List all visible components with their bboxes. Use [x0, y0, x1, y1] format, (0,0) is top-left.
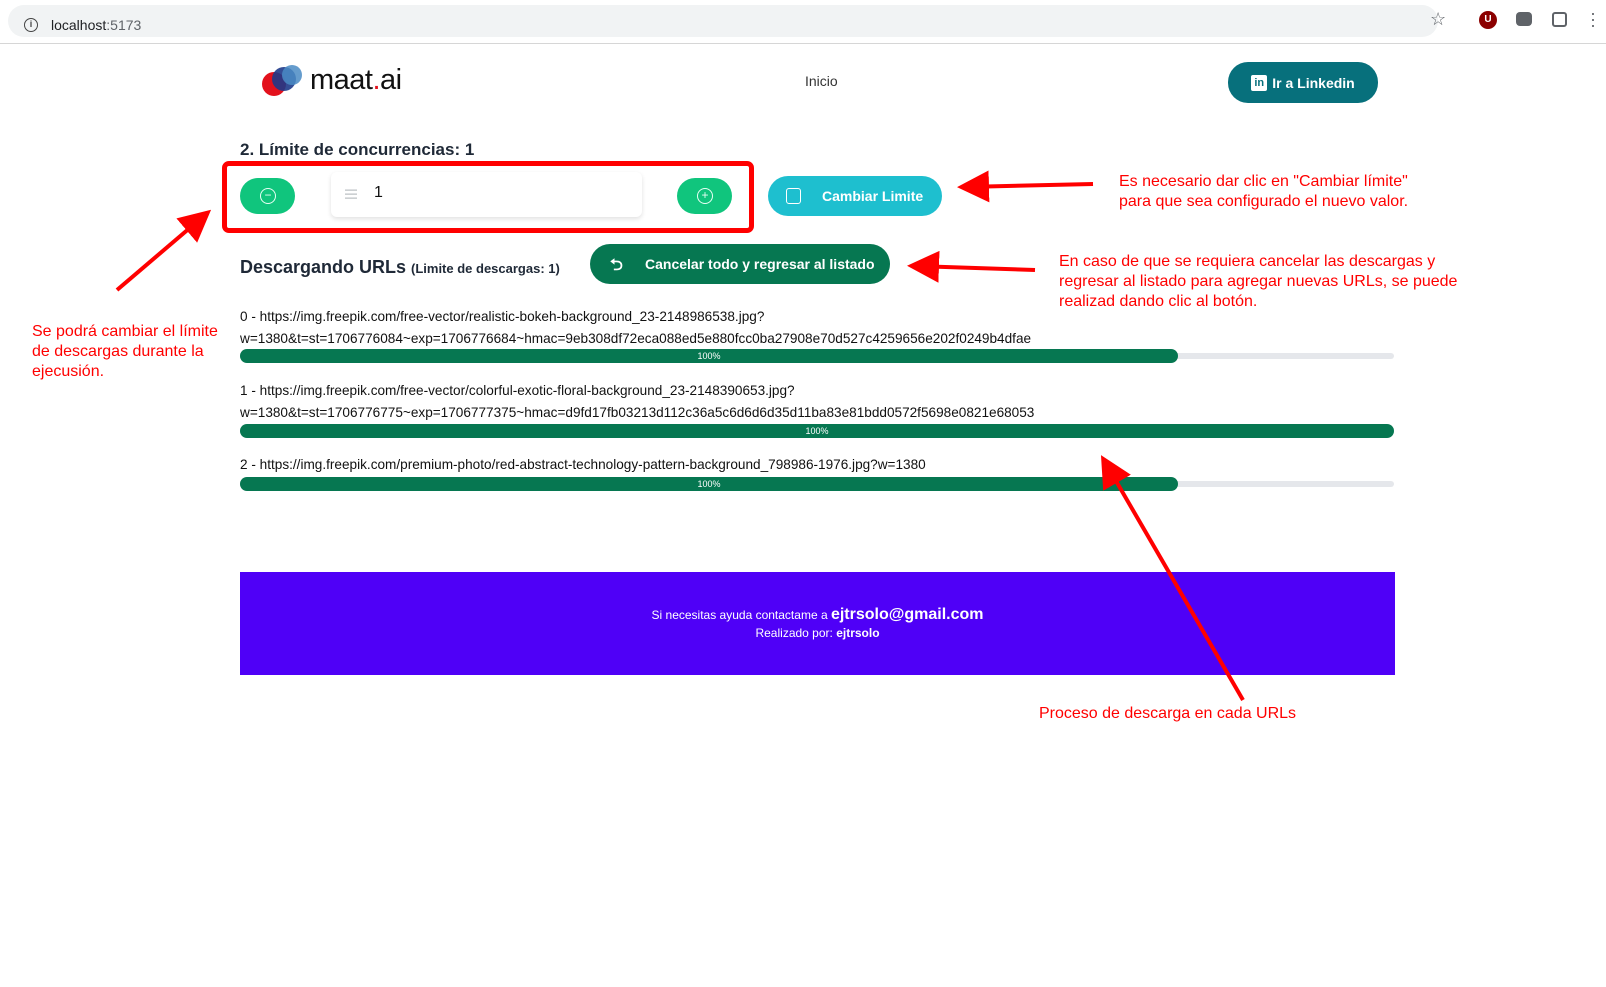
cancel-all-button[interactable]: ⮌ Cancelar todo y regresar al listado: [590, 244, 890, 284]
logo-circle-light: [282, 65, 302, 85]
footer-help-line: Si necesitas ayuda contactame a ejtrsolo…: [651, 606, 984, 623]
plus-circle-icon: +: [697, 188, 713, 204]
robot-extension-icon[interactable]: [1516, 12, 1532, 26]
annotation-change-note: Es necesario dar clic en "Cambiar límite…: [1119, 173, 1409, 210]
progress-track: 100%: [240, 349, 1394, 363]
linkedin-button[interactable]: in Ir a Linkedin: [1228, 62, 1378, 103]
drag-handle-icon: ― ― ―: [345, 182, 357, 204]
browser-menu-icon[interactable]: · · ·: [1590, 4, 1596, 34]
arrow-to-cancel-button: [907, 250, 1036, 283]
annotation-left-note: Se podrá cambiar el límite de descargas …: [32, 323, 218, 380]
limit-input-value: 1: [374, 184, 383, 201]
bookmark-star-icon[interactable]: ☆: [1430, 9, 1446, 30]
footer-email[interactable]: ejtrsolo@gmail.com: [831, 606, 984, 623]
change-limit-button[interactable]: Cambiar Limite: [768, 176, 942, 216]
minus-circle-icon: −: [260, 188, 276, 204]
reply-arrow-icon: ⮌: [610, 257, 623, 274]
downloads-limit-subtitle: (Limite de descargas: 1): [411, 261, 560, 276]
nav-inicio-link[interactable]: Inicio: [805, 73, 838, 89]
browser-toolbar: i localhost:5173 ☆ U · · ·: [0, 0, 1606, 44]
progress-bar: 100%: [240, 477, 1178, 491]
url-text[interactable]: localhost:5173: [51, 17, 141, 33]
download-url-line1: 2 - https://img.freepik.com/premium-phot…: [240, 457, 926, 472]
arrow-to-change-button: [957, 170, 1094, 203]
annotation-progress-note: Proceso de descarga en cada URLs: [1039, 705, 1297, 722]
save-icon: [786, 188, 801, 204]
decrement-button[interactable]: −: [240, 178, 295, 214]
download-url-line2: w=1380&t=st=1706776775~exp=1706777375~hm…: [240, 405, 1035, 420]
concurrency-limit-title: 2. Límite de concurrencias: 1: [240, 140, 475, 159]
cancel-all-label: Cancelar todo y regresar al listado: [645, 256, 875, 272]
linkedin-button-label: Ir a Linkedin: [1272, 74, 1355, 91]
download-url-line1: 0 - https://img.freepik.com/free-vector/…: [240, 309, 765, 324]
limit-number-input[interactable]: ― ― ― 1: [331, 172, 642, 217]
page-footer: Si necesitas ayuda contactame a ejtrsolo…: [240, 572, 1395, 675]
logo-wordmark: maat.ai: [310, 64, 402, 96]
increment-button[interactable]: +: [677, 178, 732, 214]
linkedin-icon: in: [1251, 74, 1268, 91]
progress-bar: 100%: [240, 349, 1178, 363]
download-url-line2: w=1380&t=st=1706776084~exp=1706776684~hm…: [240, 331, 1032, 346]
ublock-extension-icon[interactable]: U: [1479, 11, 1497, 29]
footer-credits-line: Realizado por: ejtrsolo: [755, 626, 880, 640]
extensions-puzzle-icon[interactable]: [1552, 12, 1567, 27]
change-limit-label: Cambiar Limite: [822, 188, 924, 204]
progress-bar: 100%: [240, 424, 1394, 438]
arrow-to-limit-box: [115, 209, 212, 292]
downloads-title: Descargando URLs: [240, 257, 407, 277]
site-info-icon[interactable]: i: [24, 18, 38, 32]
progress-track: 100%: [240, 424, 1394, 438]
download-url-line1: 1 - https://img.freepik.com/free-vector/…: [240, 383, 795, 398]
footer-author[interactable]: ejtrsolo: [836, 626, 879, 640]
address-bar[interactable]: i localhost:5173: [8, 5, 1438, 37]
progress-track: 100%: [240, 477, 1394, 491]
annotation-cancel-note: En caso de que se requiera cancelar las …: [1059, 253, 1458, 310]
